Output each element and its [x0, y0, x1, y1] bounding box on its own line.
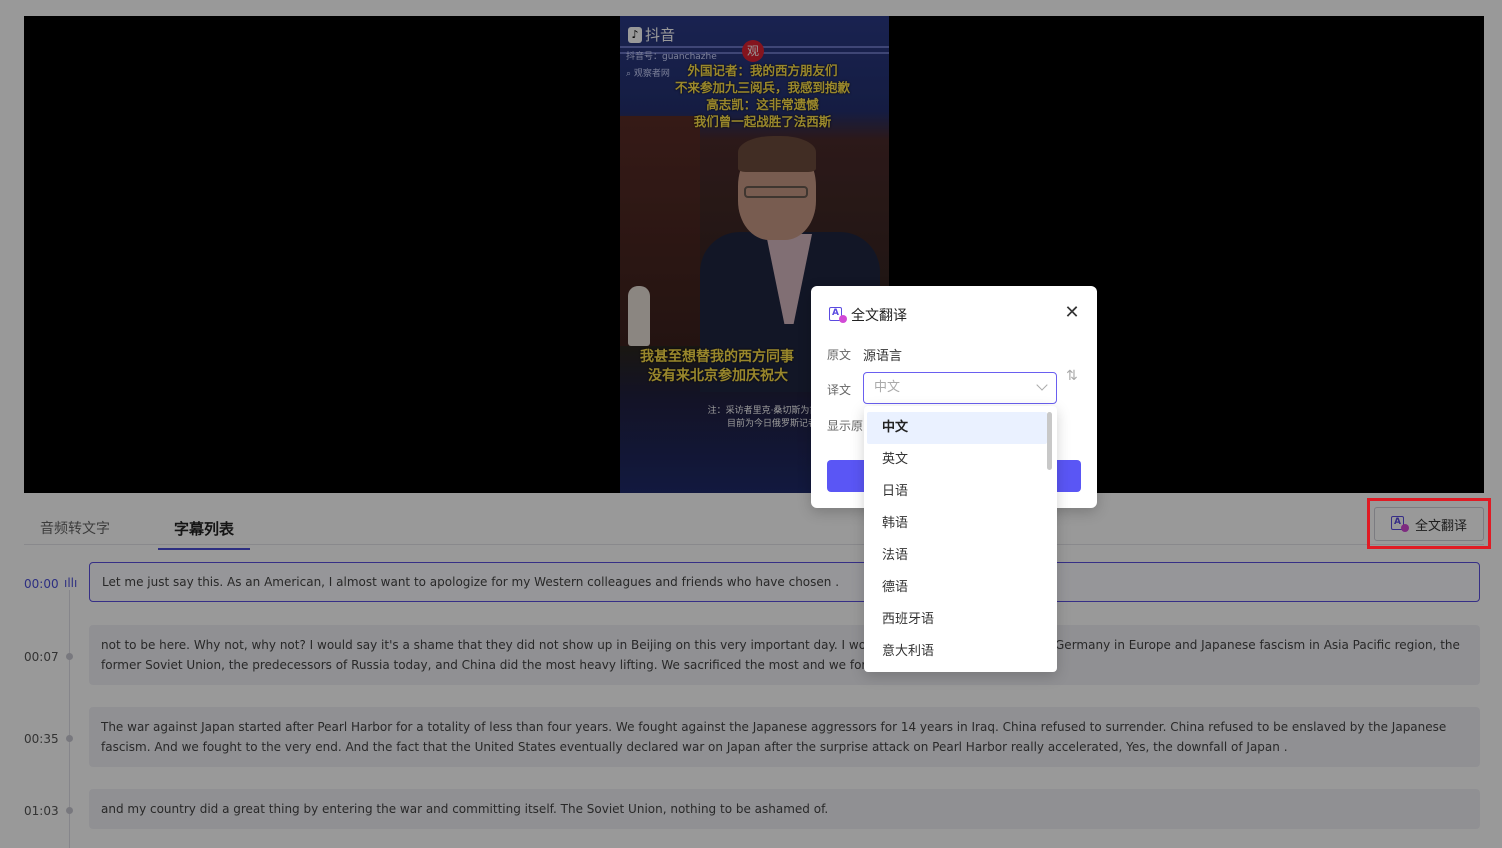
source-language-value[interactable]: 源语言 [863, 345, 902, 364]
language-option-english[interactable]: 英文 [867, 444, 1047, 476]
language-option-korean[interactable]: 韩语 [867, 508, 1047, 540]
language-option-spanish[interactable]: 西班牙语 [867, 604, 1047, 636]
target-label: 译文 [827, 383, 852, 397]
language-option-german[interactable]: 德语 [867, 572, 1047, 604]
show-original-label: 显示原 [827, 419, 864, 433]
language-option-japanese[interactable]: 日语 [867, 476, 1047, 508]
language-dropdown: 中文 英文 日语 韩语 法语 德语 西班牙语 意大利语 [864, 406, 1057, 672]
language-option-chinese[interactable]: 中文 [867, 412, 1047, 444]
target-language-select[interactable]: 中文 [863, 372, 1057, 404]
dialog-title: A 全文翻译 [829, 305, 907, 325]
dropdown-scrollbar[interactable] [1047, 412, 1052, 470]
language-option-french[interactable]: 法语 [867, 540, 1047, 572]
dialog-title-text: 全文翻译 [851, 308, 907, 324]
translate-icon: A [829, 307, 847, 323]
close-icon[interactable]: ✕ [1063, 304, 1081, 322]
target-language-placeholder: 中文 [874, 380, 901, 395]
language-option-italian[interactable]: 意大利语 [867, 636, 1047, 668]
modal-overlay[interactable] [0, 0, 1502, 848]
source-label: 原文 [827, 348, 852, 362]
chevron-down-icon [1036, 379, 1048, 391]
swap-icon[interactable]: ⇅ [1066, 368, 1078, 384]
